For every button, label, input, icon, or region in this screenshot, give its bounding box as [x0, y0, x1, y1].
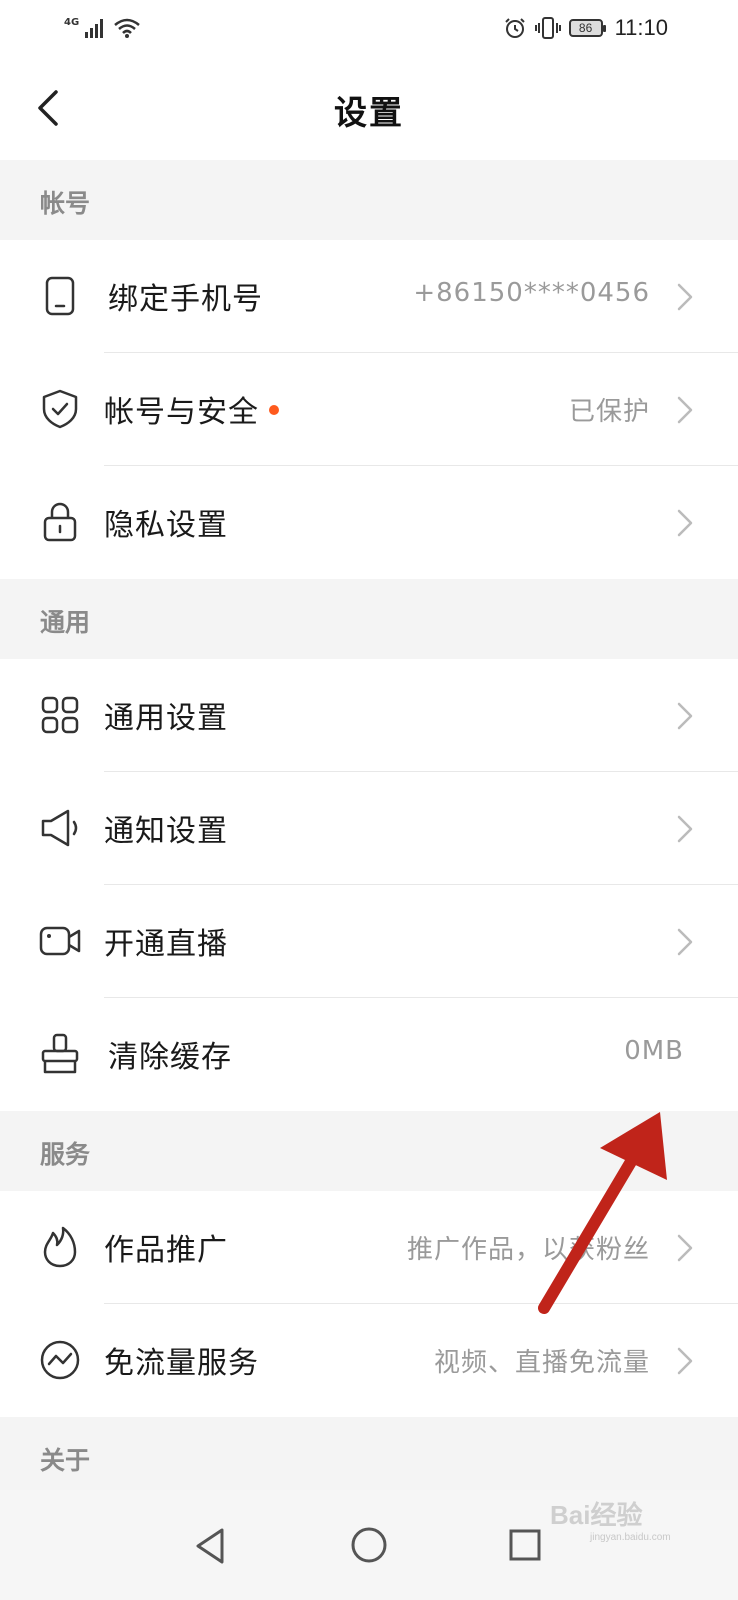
setting-label: 绑定手机号	[108, 282, 263, 317]
setting-label: 隐私设置	[104, 508, 228, 543]
section-header-account: 帐号	[0, 160, 738, 240]
status-bar: 4G 86 11:10	[0, 0, 738, 56]
setting-row-account-security[interactable]: 帐号与安全 已保护	[0, 353, 738, 466]
setting-label-with-badge: 帐号与安全	[104, 387, 279, 431]
flame-icon	[43, 1226, 77, 1268]
setting-row-free-data[interactable]: 免流量服务 视频、直播免流量	[0, 1304, 738, 1417]
nav-back-icon[interactable]	[192, 1526, 228, 1566]
section-header-general: 通用	[0, 579, 738, 659]
broom-icon	[41, 1033, 79, 1074]
clock: 11:10	[614, 15, 668, 40]
speaker-icon	[41, 809, 78, 847]
setting-value: 视频、直播免流量	[433, 1348, 650, 1378]
section-header-services: 服务	[0, 1111, 738, 1191]
red-dot-badge	[269, 404, 279, 415]
setting-row-privacy[interactable]: 隐私设置	[0, 466, 738, 579]
shield-check-icon	[42, 389, 78, 429]
setting-row-start-live[interactable]: 开通直播	[0, 885, 738, 998]
setting-label: 帐号与安全	[104, 395, 259, 430]
network-type: 4G	[64, 16, 80, 28]
wifi-icon	[114, 18, 140, 38]
watermark-url: jingyan.baidu.com	[590, 1532, 671, 1543]
vibrate-icon	[534, 17, 561, 39]
traffic-wave-icon	[40, 1340, 80, 1380]
status-left: 4G	[64, 14, 141, 42]
setting-value: +86150****0456	[413, 278, 650, 308]
lock-icon	[43, 502, 77, 542]
battery-level: 86	[578, 21, 593, 35]
setting-row-notifications[interactable]: 通知设置	[0, 772, 738, 885]
setting-value: 0MB	[624, 1036, 684, 1066]
chevron-right-icon	[677, 1234, 693, 1262]
chevron-right-icon	[677, 509, 693, 537]
setting-row-general-settings[interactable]: 通用设置	[0, 659, 738, 772]
setting-label: 免流量服务	[104, 1346, 259, 1381]
section-title: 关于	[40, 1446, 91, 1475]
setting-row-clear-cache[interactable]: 清除缓存 0MB	[0, 998, 738, 1111]
chevron-right-icon	[677, 396, 693, 424]
video-camera-icon	[39, 926, 81, 956]
signal-icon	[85, 19, 104, 38]
status-right: 86 11:10	[503, 14, 668, 42]
chevron-right-icon	[677, 283, 693, 311]
grid-icon	[41, 696, 79, 734]
chevron-right-icon	[677, 815, 693, 843]
section-title: 通用	[40, 608, 91, 637]
nav-home-icon[interactable]	[350, 1526, 388, 1564]
chevron-right-icon	[677, 1347, 693, 1375]
setting-label: 作品推广	[104, 1233, 228, 1268]
battery-indicator: 86	[568, 19, 606, 37]
section-title: 服务	[40, 1140, 91, 1169]
nav-bar: 设置	[0, 56, 738, 160]
nav-recents-icon[interactable]	[508, 1528, 542, 1562]
baidu-jingyan-watermark: Bai经验 jingyan.baidu.com	[550, 1495, 671, 1543]
phone-icon	[45, 276, 75, 316]
setting-row-bind-phone[interactable]: 绑定手机号 +86150****0456	[0, 240, 738, 353]
setting-value: 推广作品，以获粉丝	[406, 1235, 650, 1265]
setting-label: 清除缓存	[108, 1040, 232, 1075]
setting-value: 已保护	[568, 397, 650, 427]
section-title: 帐号	[40, 189, 91, 218]
page-title: 设置	[334, 93, 404, 132]
watermark-brand: Bai经验	[550, 1500, 643, 1530]
alarm-icon	[504, 18, 525, 38]
setting-label: 开通直播	[104, 927, 228, 962]
setting-row-promote-works[interactable]: 作品推广 推广作品，以获粉丝	[0, 1191, 738, 1304]
chevron-right-icon	[677, 702, 693, 730]
setting-label: 通知设置	[104, 814, 228, 849]
section-header-about: 关于	[0, 1417, 738, 1490]
chevron-right-icon	[677, 928, 693, 956]
setting-label: 通用设置	[104, 701, 228, 736]
